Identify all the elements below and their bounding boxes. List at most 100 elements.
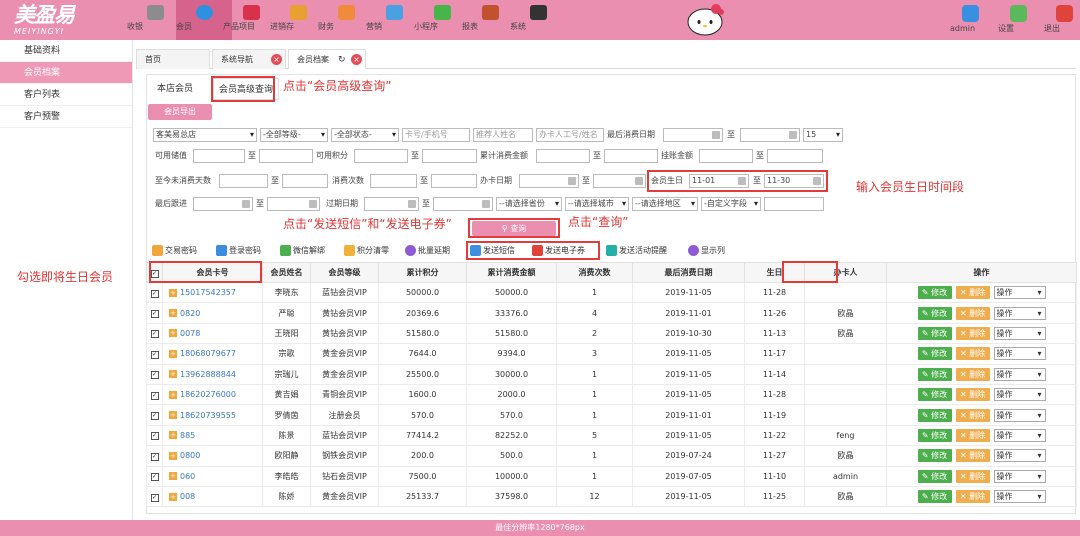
send-activity-button[interactable]: 发送活动提醒: [606, 243, 667, 259]
delete-button[interactable]: ✕ 删除: [955, 347, 990, 361]
delete-button[interactable]: ✕ 删除: [955, 490, 990, 504]
card-no-link[interactable]: +0800: [162, 445, 263, 467]
expand-icon[interactable]: +: [169, 288, 177, 297]
expand-icon[interactable]: +: [169, 411, 177, 420]
consume-count-from[interactable]: [370, 174, 417, 188]
delete-button[interactable]: ✕ 删除: [955, 449, 990, 463]
operation-dropdown[interactable]: 操作: [993, 428, 1046, 442]
edit-button[interactable]: ✎ 修改: [917, 469, 952, 483]
delete-button[interactable]: ✕ 删除: [955, 428, 990, 442]
last-consume-to[interactable]: [740, 128, 800, 142]
expand-icon[interactable]: +: [169, 370, 177, 379]
card-no-link[interactable]: +18620739555: [162, 404, 263, 426]
available-value-from[interactable]: [193, 149, 245, 163]
city-select[interactable]: --请选择城市: [565, 197, 629, 211]
edit-button[interactable]: ✎ 修改: [917, 408, 952, 422]
days-no-consume-to[interactable]: [282, 174, 328, 188]
tab-home[interactable]: 首页: [136, 49, 210, 69]
row-checkbox[interactable]: ✓: [150, 432, 159, 441]
edit-button[interactable]: ✎ 修改: [917, 428, 952, 442]
card-date-from[interactable]: [519, 174, 579, 188]
handler-input[interactable]: 办卡人工号/姓名: [536, 128, 604, 142]
tab-member-archive[interactable]: 会员档案 ↻ ×: [288, 49, 366, 69]
credit-from[interactable]: [699, 149, 753, 163]
province-select[interactable]: --请选择省份: [496, 197, 562, 211]
expand-icon[interactable]: +: [169, 492, 177, 501]
delete-button[interactable]: ✕ 删除: [955, 367, 990, 381]
custom-field-input[interactable]: [764, 197, 824, 211]
expand-icon[interactable]: +: [169, 472, 177, 481]
subtab-local-members[interactable]: 本店会员: [152, 78, 198, 100]
row-checkbox[interactable]: ✓: [150, 289, 159, 298]
row-checkbox[interactable]: ✓: [150, 493, 159, 502]
sidebar-item-customer-warning[interactable]: 客户预警: [0, 106, 132, 128]
row-checkbox[interactable]: ✓: [150, 412, 159, 421]
operation-dropdown[interactable]: 操作: [993, 286, 1046, 300]
show-columns-button[interactable]: 显示列: [688, 243, 725, 259]
operation-dropdown[interactable]: 操作: [993, 469, 1046, 483]
exit-button[interactable]: 退出: [1044, 0, 1080, 40]
login-password-button[interactable]: 登录密码: [216, 243, 261, 259]
last-consume-from[interactable]: [663, 128, 723, 142]
refresh-icon[interactable]: ↻: [338, 50, 346, 70]
points-to[interactable]: [422, 149, 477, 163]
row-checkbox[interactable]: ✓: [150, 371, 159, 380]
edit-button[interactable]: ✎ 修改: [917, 367, 952, 381]
operation-dropdown[interactable]: 操作: [993, 408, 1046, 422]
operation-dropdown[interactable]: 操作: [993, 449, 1046, 463]
operation-dropdown[interactable]: 操作: [993, 326, 1046, 340]
card-date-to[interactable]: [593, 174, 646, 188]
card-no-link[interactable]: +885: [162, 424, 263, 447]
credit-to[interactable]: [767, 149, 823, 163]
row-checkbox[interactable]: ✓: [150, 391, 159, 400]
edit-button[interactable]: ✎ 修改: [917, 286, 952, 300]
delete-button[interactable]: ✕ 删除: [955, 469, 990, 483]
card-search-input[interactable]: 卡号/手机号: [402, 128, 470, 142]
edit-button[interactable]: ✎ 修改: [917, 326, 952, 340]
sidebar-item-member-archive[interactable]: 会员档案: [0, 62, 132, 84]
delete-button[interactable]: ✕ 删除: [955, 286, 990, 300]
delete-button[interactable]: ✕ 删除: [955, 408, 990, 422]
close-icon[interactable]: ×: [271, 54, 282, 65]
card-no-link[interactable]: +15017542357: [162, 281, 263, 304]
delete-button[interactable]: ✕ 删除: [955, 306, 990, 320]
points-reset-button[interactable]: 积分清零: [344, 243, 389, 259]
admin-user[interactable]: admin: [950, 0, 990, 40]
followup-from[interactable]: [193, 197, 253, 211]
settings-button[interactable]: 设置: [998, 0, 1038, 40]
delete-button[interactable]: ✕ 删除: [955, 388, 990, 402]
delete-button[interactable]: ✕ 删除: [955, 326, 990, 340]
edit-button[interactable]: ✎ 修改: [917, 490, 952, 504]
edit-button[interactable]: ✎ 修改: [917, 449, 952, 463]
operation-dropdown[interactable]: 操作: [993, 306, 1046, 320]
expand-icon[interactable]: +: [169, 329, 177, 338]
expand-icon[interactable]: +: [169, 349, 177, 358]
batch-extend-button[interactable]: 批量延期: [405, 243, 450, 259]
tab-system-nav[interactable]: 系统导航 ×: [212, 49, 286, 69]
sidebar-item-customer-list[interactable]: 客户列表: [0, 84, 132, 106]
card-no-link[interactable]: +0078: [162, 322, 263, 345]
sidebar-item-basic[interactable]: 基础资料: [0, 40, 132, 62]
card-no-link[interactable]: +0820: [162, 302, 263, 324]
trade-password-button[interactable]: 交易密码: [152, 243, 197, 259]
row-checkbox[interactable]: ✓: [150, 310, 159, 319]
followup-to[interactable]: [267, 197, 320, 211]
card-no-link[interactable]: +18620276000: [162, 383, 263, 406]
card-no-link[interactable]: +060: [162, 465, 263, 487]
expand-icon[interactable]: +: [169, 451, 177, 460]
page-size-select[interactable]: 15: [803, 128, 843, 142]
card-no-link[interactable]: +008: [162, 485, 263, 508]
operation-dropdown[interactable]: 操作: [993, 388, 1046, 402]
row-checkbox[interactable]: ✓: [150, 473, 159, 482]
district-select[interactable]: --请选择地区: [632, 197, 698, 211]
expand-icon[interactable]: +: [169, 431, 177, 440]
row-checkbox[interactable]: ✓: [150, 350, 159, 359]
expire-from[interactable]: [364, 197, 419, 211]
wechat-unbind-button[interactable]: 微信解绑: [280, 243, 325, 259]
consume-count-to[interactable]: [431, 174, 477, 188]
total-consume-to[interactable]: [604, 149, 658, 163]
card-no-link[interactable]: +18068079677: [162, 343, 263, 365]
custom-field-select[interactable]: -自定义字段: [701, 197, 761, 211]
expand-icon[interactable]: +: [169, 390, 177, 399]
total-consume-from[interactable]: [536, 149, 590, 163]
